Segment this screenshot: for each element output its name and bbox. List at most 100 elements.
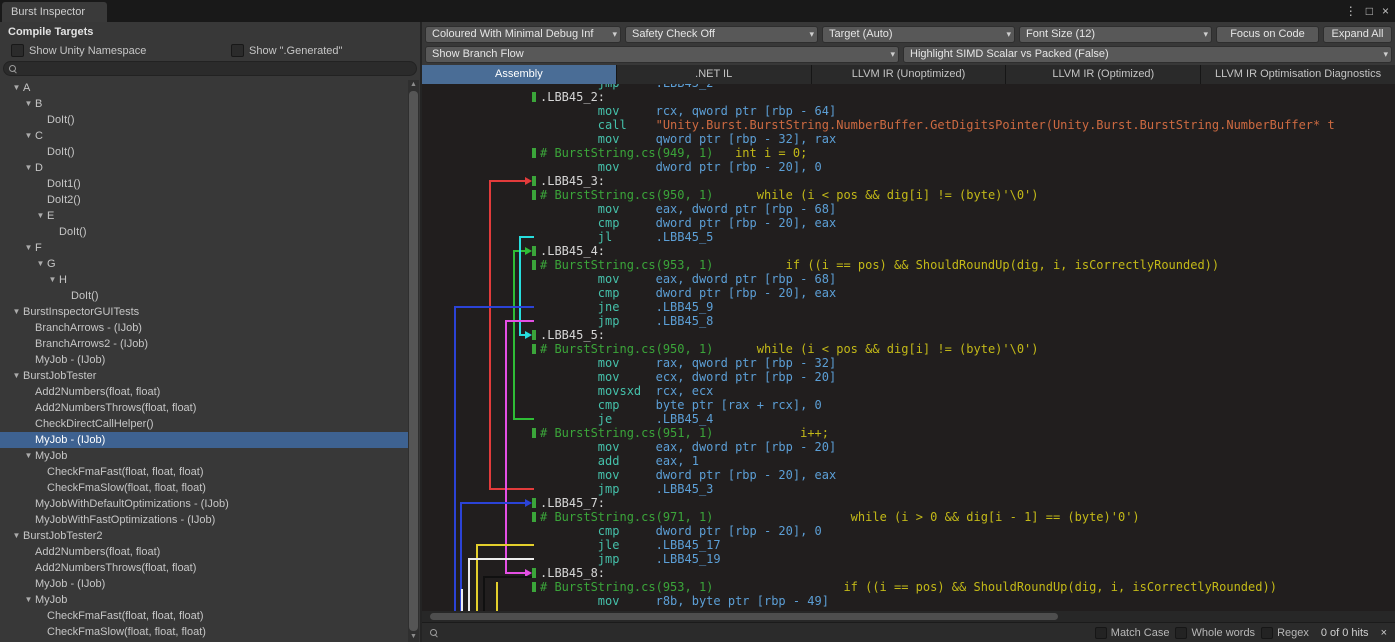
search-hits-count: 0 of 0 hits — [1321, 627, 1369, 639]
tree-item[interactable]: ▼C — [0, 128, 408, 144]
tree-item[interactable]: MyJob - (IJob) — [0, 576, 408, 592]
tree-item[interactable]: ▼MyJob — [0, 448, 408, 464]
tree-item[interactable]: ▼BurstJobTester2 — [0, 528, 408, 544]
foldout-icon[interactable]: ▼ — [22, 160, 35, 176]
horizontal-scrollbar-thumb[interactable] — [430, 613, 1058, 620]
assembly-code-view[interactable]: jmp .LBB45_2.LBB45_2: mov rcx, qword ptr… — [422, 84, 1395, 611]
tree-item[interactable]: BranchArrows2 - (IJob) — [0, 336, 408, 352]
tree-scrollbar-thumb[interactable] — [409, 91, 418, 631]
code-line: cmp byte ptr [rax + rcx], 0 — [422, 398, 1395, 412]
source-line-marker-icon — [532, 428, 536, 438]
font-size-dropdown[interactable]: Font Size (12) ▾ — [1019, 26, 1212, 43]
targets-search-input[interactable] — [17, 62, 416, 75]
tree-item-label: CheckDirectCallHelper() — [35, 416, 154, 432]
tree-item[interactable]: ▼BurstInspectorGUITests — [0, 304, 408, 320]
tree-item-label: DoIt2() — [47, 192, 81, 208]
code-search-bar: Match Case Whole words Regex 0 of 0 hits… — [422, 622, 1395, 642]
tree-item[interactable]: MyJobWithFastOptimizations - (IJob) — [0, 512, 408, 528]
foldout-icon[interactable]: ▼ — [22, 240, 35, 256]
foldout-icon[interactable]: ▼ — [22, 592, 35, 608]
source-line-marker-icon — [532, 92, 536, 102]
horizontal-scrollbar[interactable] — [422, 611, 1395, 622]
tree-item-label: Add2Numbers(float, float) — [35, 544, 160, 560]
tree-item[interactable]: CheckFmaSlow(float, float, float) — [0, 624, 408, 640]
whole-words-checkbox[interactable] — [1175, 627, 1187, 639]
tree-item[interactable]: CheckFmaSlow(float, float, float) — [0, 480, 408, 496]
maximize-icon[interactable]: □ — [1366, 4, 1373, 18]
search-close-icon[interactable]: × — [1381, 627, 1387, 639]
tab-llvm-ir-unoptimized[interactable]: LLVM IR (Unoptimized) — [812, 65, 1006, 84]
tree-item[interactable]: ▼G — [0, 256, 408, 272]
tree-item[interactable]: ▼B — [0, 96, 408, 112]
foldout-icon[interactable]: ▼ — [22, 96, 35, 112]
show-generated-label: Show ".Generated" — [249, 45, 342, 57]
match-case-checkbox[interactable] — [1095, 627, 1107, 639]
code-search-input[interactable] — [444, 627, 1089, 639]
simd-highlight-dropdown[interactable]: Highlight SIMD Scalar vs Packed (False) … — [903, 46, 1392, 63]
tree-item[interactable]: MyJobWithDefaultOptimizations - (IJob) — [0, 496, 408, 512]
tree-item[interactable]: CheckDirectCallHelper() — [0, 416, 408, 432]
menu-icon[interactable]: ⋮ — [1345, 4, 1357, 18]
tree-item[interactable]: Add2Numbers(float, float) — [0, 384, 408, 400]
code-line: # BurstString.cs(953, 1) if ((i == pos) … — [422, 580, 1395, 594]
foldout-icon[interactable]: ▼ — [34, 208, 47, 224]
focus-on-code-button[interactable]: Focus on Code — [1216, 26, 1319, 43]
tree-item[interactable]: ▼A — [0, 80, 408, 96]
tree-item[interactable]: DoIt() — [0, 288, 408, 304]
scroll-down-icon[interactable]: ▼ — [408, 632, 419, 642]
chevron-down-icon: ▾ — [612, 27, 617, 41]
tree-scrollbar[interactable]: ▲ ▼ — [408, 80, 419, 642]
tree-item[interactable]: DoIt2() — [0, 192, 408, 208]
code-line: jle .LBB45_17 — [422, 538, 1395, 552]
output-tabs: Assembly .NET IL LLVM IR (Unoptimized) L… — [422, 65, 1395, 84]
tree-item[interactable]: MyJob - (IJob) — [0, 432, 408, 448]
safety-check-dropdown[interactable]: Safety Check Off ▾ — [625, 26, 818, 43]
foldout-icon[interactable]: ▼ — [10, 304, 23, 320]
target-dropdown[interactable]: Target (Auto) ▾ — [822, 26, 1015, 43]
show-generated-checkbox[interactable] — [231, 44, 244, 57]
tree-item-label: BurstJobTester — [23, 368, 96, 384]
tab-net-il[interactable]: .NET IL — [617, 65, 811, 84]
tab-assembly[interactable]: Assembly — [422, 65, 616, 84]
foldout-icon[interactable]: ▼ — [22, 128, 35, 144]
foldout-icon[interactable]: ▼ — [34, 256, 47, 272]
tree-item[interactable]: ▼D — [0, 160, 408, 176]
tree-item-label: MyJob - (IJob) — [35, 432, 105, 448]
tree-item[interactable]: MyJob - (IJob) — [0, 352, 408, 368]
foldout-icon[interactable]: ▼ — [10, 368, 23, 384]
tree-item[interactable]: Add2Numbers(float, float) — [0, 544, 408, 560]
tree-item[interactable]: DoIt() — [0, 112, 408, 128]
tree-item[interactable]: ▼MyJob — [0, 592, 408, 608]
tree-item[interactable]: CheckFmaFast(float, float, float) — [0, 464, 408, 480]
tree-item[interactable]: Add2NumbersThrows(float, float) — [0, 560, 408, 576]
foldout-icon[interactable]: ▼ — [10, 528, 23, 544]
targets-search-field[interactable] — [3, 61, 417, 76]
close-icon[interactable]: × — [1382, 4, 1389, 18]
tree-item[interactable]: ▼BurstJobTester — [0, 368, 408, 384]
regex-checkbox[interactable] — [1261, 627, 1273, 639]
tree-item[interactable]: DoIt() — [0, 224, 408, 240]
tree-item[interactable]: DoIt1() — [0, 176, 408, 192]
source-line-marker-icon — [532, 582, 536, 592]
tree-item[interactable]: ▼F — [0, 240, 408, 256]
tree-item[interactable]: Add2NumbersThrows(float, float) — [0, 400, 408, 416]
tab-llvm-ir-diagnostics[interactable]: LLVM IR Optimisation Diagnostics — [1201, 65, 1395, 84]
foldout-icon[interactable]: ▼ — [22, 448, 35, 464]
debug-information-dropdown[interactable]: Coloured With Minimal Debug Inf ▾ — [425, 26, 621, 43]
expand-all-button[interactable]: Expand All — [1323, 26, 1392, 43]
scroll-up-icon[interactable]: ▲ — [408, 80, 419, 90]
branch-flow-dropdown[interactable]: Show Branch Flow ▾ — [425, 46, 899, 63]
tree-item[interactable]: ▼E — [0, 208, 408, 224]
tree-item[interactable]: CheckFmaFast(float, float, float) — [0, 608, 408, 624]
tree-item[interactable]: ▼H — [0, 272, 408, 288]
code-line: .LBB45_8: — [422, 566, 1395, 580]
code-line: mov dword ptr [rbp - 20], 0 — [422, 160, 1395, 174]
show-unity-namespace-checkbox[interactable] — [11, 44, 24, 57]
foldout-icon[interactable]: ▼ — [10, 80, 23, 96]
branch-flow-dropdown-value: Show Branch Flow — [432, 48, 524, 60]
tree-item[interactable]: DoIt() — [0, 144, 408, 160]
foldout-icon[interactable]: ▼ — [46, 272, 59, 288]
window-tab[interactable]: Burst Inspector — [2, 2, 107, 22]
tree-item[interactable]: BranchArrows - (IJob) — [0, 320, 408, 336]
tab-llvm-ir-optimized[interactable]: LLVM IR (Optimized) — [1006, 65, 1200, 84]
